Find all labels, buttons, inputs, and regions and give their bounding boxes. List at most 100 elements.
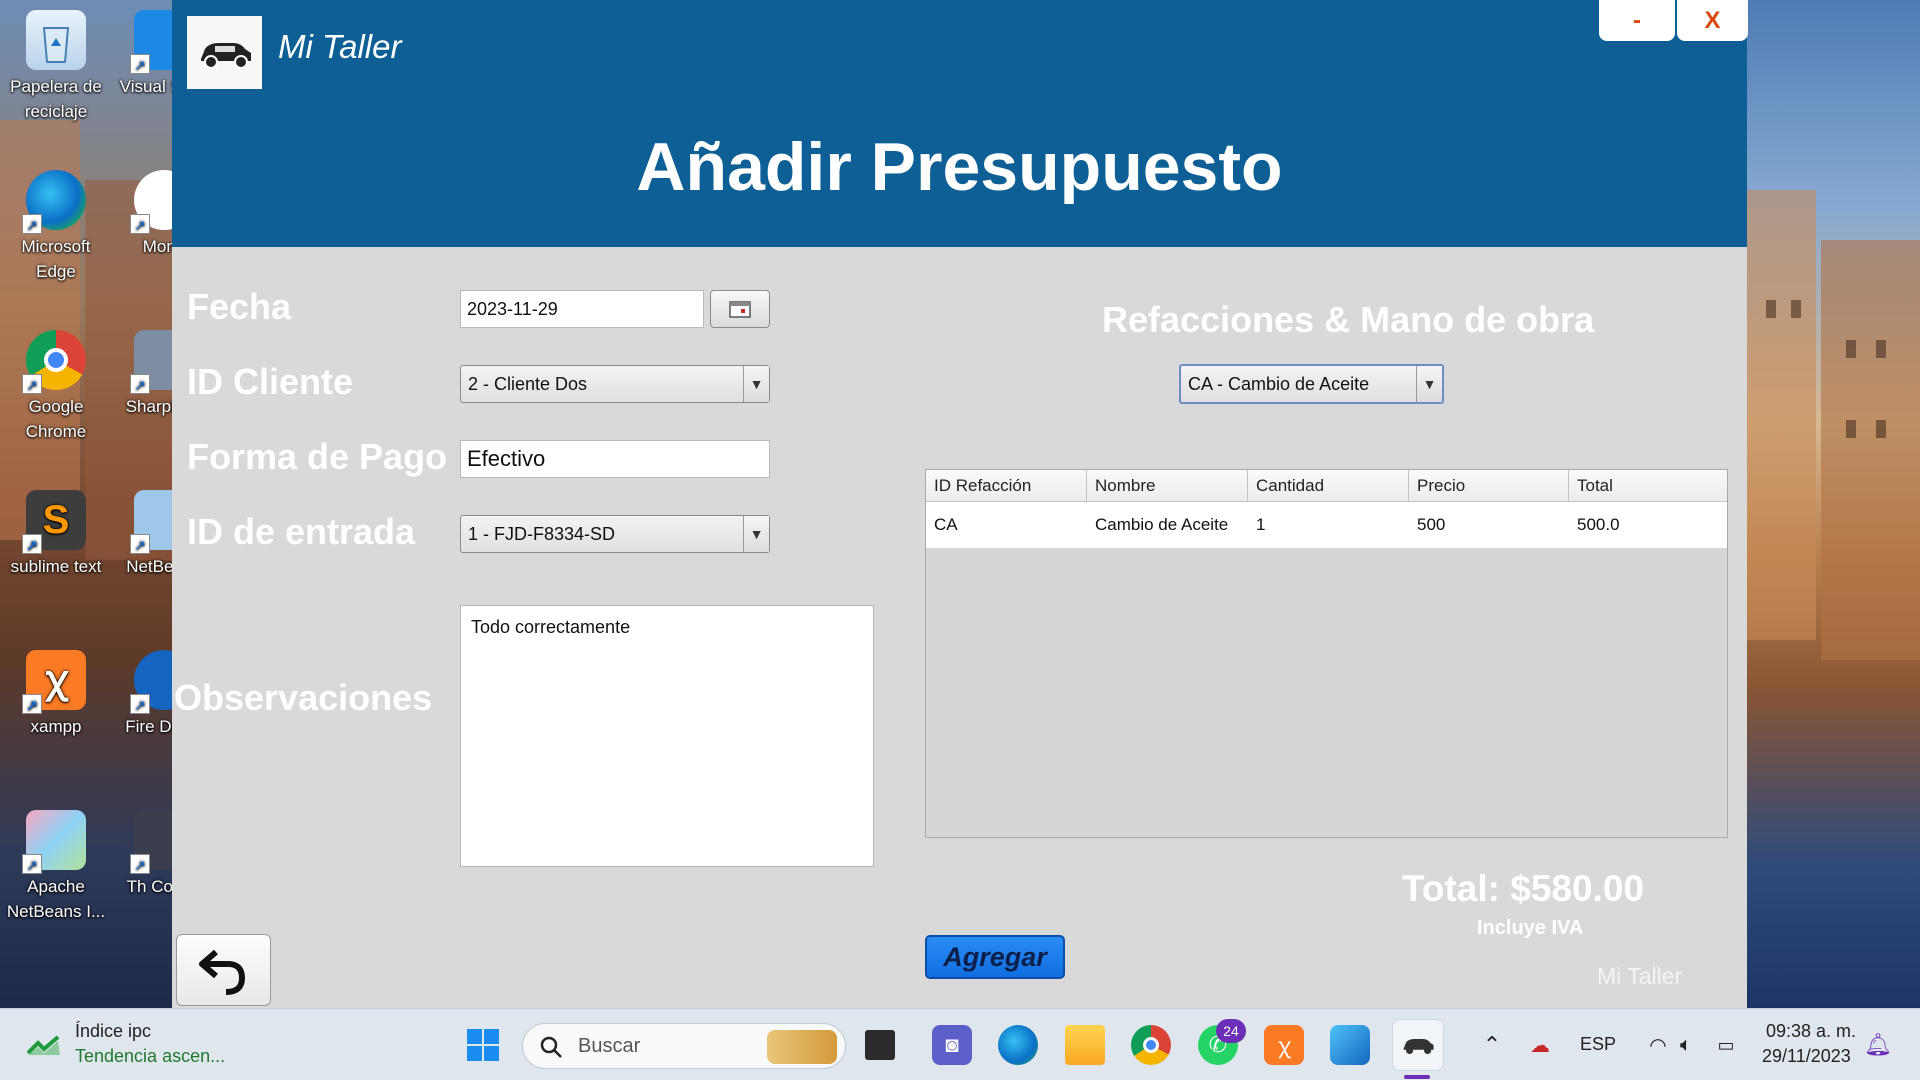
news-trend-icon[interactable] [26, 1027, 62, 1063]
chevron-down-icon[interactable]: ▼ [743, 366, 769, 402]
app-name: Mi Taller [278, 28, 402, 65]
desktop-icon-sublime[interactable]: S ↗ sublime text [4, 490, 108, 579]
shortcut-arrow-icon: ↗ [130, 854, 150, 874]
desktop-icon-label: Apache NetBeans I... [6, 877, 106, 921]
clock-date[interactable]: 29/11/2023 [1762, 1046, 1851, 1067]
back-button[interactable] [176, 934, 271, 1006]
calendar-icon [729, 301, 751, 318]
desktop-icon-chrome[interactable]: ↗ Google Chrome [4, 330, 108, 444]
table-cell: 500 [1417, 515, 1446, 534]
search-icon [540, 1036, 562, 1058]
wallpaper-window [1846, 420, 1856, 438]
table-header-cell[interactable]: Total [1569, 470, 1727, 501]
shortcut-arrow-icon: ↗ [22, 534, 42, 554]
chrome-center [44, 348, 68, 372]
app-header: Mi Taller - X Añadir Presupuesto [172, 0, 1748, 247]
shortcut-arrow-icon: ↗ [22, 374, 42, 394]
refacciones-select[interactable]: CA - Cambio de Aceite ▼ [1179, 364, 1444, 404]
wallpaper-window [1876, 340, 1886, 358]
shortcut-arrow-icon: ↗ [22, 214, 42, 234]
id-entrada-label: ID de entrada [187, 511, 416, 552]
task-view-icon[interactable] [865, 1030, 895, 1060]
table-cell: Cambio de Aceite [1095, 515, 1229, 534]
table-header-cell[interactable]: Precio [1409, 470, 1569, 501]
refacciones-value: CA - Cambio de Aceite [1188, 373, 1370, 394]
teams-chat-icon[interactable]: ◙ [932, 1025, 972, 1065]
wallpaper-window [1766, 300, 1776, 318]
clock-time[interactable]: 09:38 a. m. [1766, 1021, 1856, 1042]
shortcut-arrow-icon: ↗ [130, 694, 150, 714]
volume-icon[interactable]: 🔈︎ [1666, 1025, 1706, 1065]
sublime-icon: S ↗ [22, 490, 86, 554]
apache-netbeans-icon: ↗ [22, 810, 86, 874]
refacciones-title: Refacciones & Mano de obra [1102, 299, 1595, 340]
windows-start-icon[interactable] [463, 1025, 503, 1065]
shortcut-arrow-icon: ↗ [22, 854, 42, 874]
taskbar-search[interactable]: Buscar [522, 1023, 846, 1069]
mi-taller-taskbar-icon[interactable] [1392, 1019, 1444, 1071]
id-cliente-value: 2 - Cliente Dos [468, 373, 588, 394]
table-cell: CA [934, 515, 958, 534]
id-entrada-select[interactable]: 1 - FJD-F8334-SD ▼ [460, 515, 770, 553]
id-cliente-label: ID Cliente [187, 361, 354, 402]
shortcut-arrow-icon: ↗ [130, 214, 150, 234]
calendar-button[interactable] [710, 290, 770, 328]
table-header: ID Refacción Nombre Cantidad Precio Tota… [926, 470, 1727, 502]
forma-pago-label: Forma de Pago [187, 436, 448, 477]
id-cliente-select[interactable]: 2 - Cliente Dos ▼ [460, 365, 770, 403]
battery-icon[interactable]: ▭ [1706, 1025, 1746, 1065]
shortcut-arrow-icon: ↗ [130, 374, 150, 394]
total-amount: Total: $580.00 [1402, 868, 1644, 909]
chevron-down-icon[interactable]: ▼ [743, 516, 769, 552]
photos-icon[interactable] [1330, 1025, 1370, 1065]
agregar-button[interactable]: Agregar [925, 935, 1065, 979]
desktop-icon-recycle-bin[interactable]: Papelera de reciclaje [4, 10, 108, 124]
chevron-down-icon[interactable]: ▼ [1416, 366, 1442, 402]
news-title[interactable]: Índice ipc [75, 1021, 151, 1042]
edge-taskbar-icon[interactable] [998, 1025, 1038, 1065]
language-indicator[interactable]: ESP [1580, 1034, 1616, 1055]
page-title: Añadir Presupuesto [636, 129, 1283, 205]
minimize-button[interactable]: - [1599, 0, 1675, 41]
app-logo [187, 16, 262, 89]
news-subtitle[interactable]: Tendencia ascen... [75, 1046, 225, 1067]
wallpaper-window [1846, 340, 1856, 358]
chrome-center [1143, 1037, 1159, 1053]
car-taskbar-icon [1403, 1039, 1434, 1054]
active-app-indicator [1404, 1075, 1430, 1079]
chrome-taskbar-icon[interactable] [1131, 1025, 1171, 1065]
notification-bell-icon[interactable]: 🔔︎ [1858, 1025, 1898, 1065]
close-button[interactable]: X [1677, 0, 1748, 41]
observaciones-label: Observaciones [174, 677, 433, 718]
table-header-cell[interactable]: Cantidad [1248, 470, 1409, 501]
search-highlight-image [767, 1030, 837, 1064]
table-row[interactable]: CA Cambio de Aceite 1 500 500.0 [926, 502, 1727, 548]
refacciones-table: ID Refacción Nombre Cantidad Precio Tota… [925, 469, 1728, 838]
chevron-up-icon[interactable]: ⌃ [1472, 1025, 1512, 1065]
edge-icon: ↗ [22, 170, 86, 234]
wallpaper-building [1821, 240, 1920, 660]
table-cell: 500.0 [1577, 515, 1620, 534]
table-cell: 1 [1256, 515, 1266, 534]
desktop-icon-edge[interactable]: ↗ Microsoft Edge [4, 170, 108, 284]
desktop-icon-label: Google Chrome [25, 397, 87, 441]
table-header-cell[interactable]: Nombre [1087, 470, 1248, 501]
desktop-icon-xampp[interactable]: ꭓ ↗ xampp [4, 650, 108, 739]
observaciones-textarea[interactable]: Todo correctamente [460, 605, 874, 867]
fecha-input[interactable]: 2023-11-29 [460, 290, 704, 328]
table-header-cell[interactable]: ID Refacción [926, 470, 1087, 501]
desktop-icon-label: sublime text [10, 557, 102, 576]
iva-note: Incluye IVA [1477, 917, 1584, 939]
id-entrada-value: 1 - FJD-F8334-SD [468, 523, 616, 544]
file-explorer-icon[interactable] [1065, 1025, 1105, 1065]
desktop-icon-label: Papelera de reciclaje [10, 77, 102, 121]
footer-brand: Mi Taller [1597, 963, 1683, 989]
undo-arrow-icon [198, 949, 245, 995]
desktop-icon-apache-netbeans[interactable]: ↗ Apache NetBeans I... [4, 810, 108, 924]
xampp-taskbar-icon[interactable]: ꭓ [1264, 1025, 1304, 1065]
wallpaper-building [1746, 190, 1816, 640]
forma-pago-input[interactable]: Efectivo [460, 440, 770, 478]
onedrive-error-icon[interactable]: ☁ [1520, 1025, 1560, 1065]
desktop-icon-label: xampp [30, 717, 82, 736]
chrome-icon: ↗ [22, 330, 86, 394]
